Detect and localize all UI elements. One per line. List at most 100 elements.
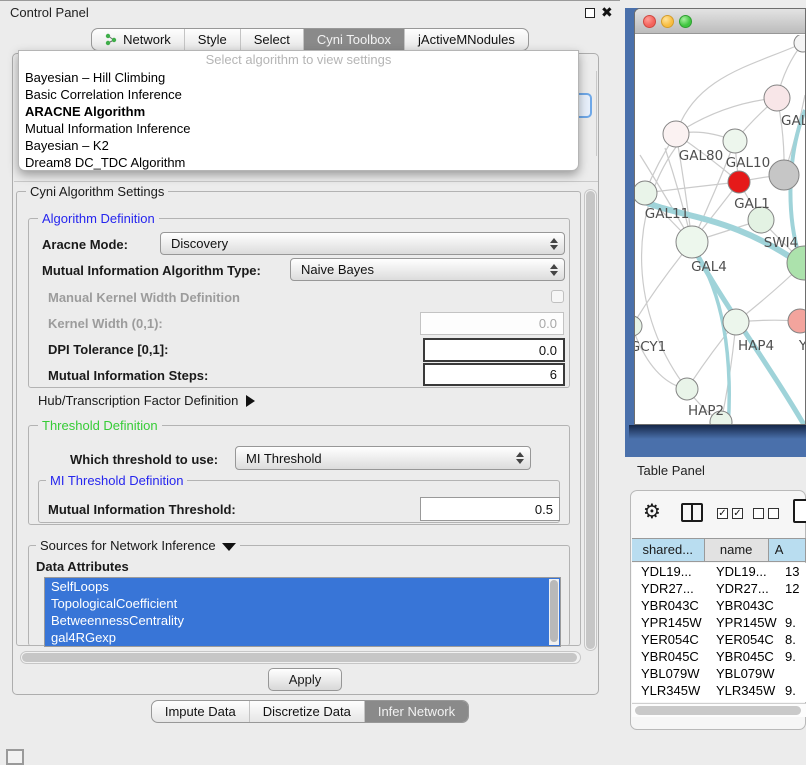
tab-select-label: Select xyxy=(254,32,290,47)
table-row[interactable]: YBR045C YBR045C 9. xyxy=(632,648,806,665)
mi-threshold-definition-title: MI Threshold Definition xyxy=(46,473,187,488)
table-row[interactable]: YIL052C YIL052C 9. xyxy=(632,699,806,702)
tab-impute-data[interactable]: Impute Data xyxy=(152,701,249,722)
unchecked-box-icon[interactable] xyxy=(768,508,779,519)
float-panel-icon[interactable] xyxy=(585,8,595,18)
tab-network[interactable]: Network xyxy=(92,29,184,50)
which-threshold-select[interactable]: MI Threshold xyxy=(235,446,531,470)
checked-box-icon[interactable]: ✓ xyxy=(732,508,743,519)
node-gal80[interactable] xyxy=(663,121,689,147)
node-gal11[interactable] xyxy=(635,181,657,205)
cell: YBR043C xyxy=(632,597,711,614)
table-row[interactable]: YDR27... YDR27... 12 xyxy=(632,580,806,597)
bottom-tab-group: Impute Data Discretize Data Infer Networ… xyxy=(151,700,469,723)
tab-style[interactable]: Style xyxy=(184,29,240,50)
table-body: YDL19... YDL19... 13 YDR27... YDR27... 1… xyxy=(632,563,806,702)
node-label: GAL80 xyxy=(679,148,723,164)
threshold-definition-title: Threshold Definition xyxy=(38,418,162,433)
zoom-window-button[interactable] xyxy=(679,15,692,28)
list-item[interactable]: SelfLoops xyxy=(45,578,560,595)
cell: 8. xyxy=(781,631,806,648)
tab-jactivemnodules[interactable]: jActiveMNodules xyxy=(404,29,528,50)
algorithm-definition-title: Algorithm Definition xyxy=(38,211,159,226)
settings-vertical-scrollbar[interactable] xyxy=(584,189,597,651)
network-view-window: GAL GAL80 GAL10 GAL1 GAL11 SWI4 GAL4 GCY… xyxy=(634,8,806,425)
split-columns-icon[interactable] xyxy=(681,503,703,522)
network-canvas[interactable]: GAL GAL80 GAL10 GAL1 GAL11 SWI4 GAL4 GCY… xyxy=(635,35,805,425)
cell: 12 xyxy=(781,580,806,597)
node[interactable] xyxy=(764,85,790,111)
column-header-name[interactable]: name xyxy=(705,539,769,561)
network-window-titlebar[interactable] xyxy=(635,9,805,34)
tab-style-label: Style xyxy=(198,32,227,47)
cell: YBR045C xyxy=(711,648,781,665)
cell: YDR27... xyxy=(632,580,711,597)
dropdown-item[interactable]: Mutual Information Inference xyxy=(19,120,578,137)
close-panel-icon[interactable]: ✖ xyxy=(601,4,613,21)
document-icon[interactable] xyxy=(793,499,806,523)
node-hap2[interactable] xyxy=(676,378,698,400)
node[interactable] xyxy=(769,160,799,190)
mi-steps-input[interactable] xyxy=(423,363,565,386)
dropdown-item[interactable]: Bayesian – K2 xyxy=(19,137,578,154)
table-panel: ⚙ ✓ ✓ shared... name A YDL19... YDL19...… xyxy=(630,490,806,730)
manual-kernel-width-checkbox[interactable] xyxy=(551,290,564,303)
hub-definition-expander[interactable]: Hub/Transcription Factor Definition xyxy=(38,393,255,408)
tab-select[interactable]: Select xyxy=(240,29,303,50)
tab-infer-network[interactable]: Infer Network xyxy=(364,701,468,722)
table-row[interactable]: YLR345W YLR345W 9. xyxy=(632,682,806,699)
which-threshold-label: Which threshold to use: xyxy=(70,452,218,467)
node-gal4[interactable] xyxy=(676,226,708,258)
node-gcy1[interactable] xyxy=(635,316,642,336)
table-row[interactable]: YDL19... YDL19... 13 xyxy=(632,563,806,580)
tab-infer-network-label: Infer Network xyxy=(378,704,455,719)
checked-box-icon[interactable]: ✓ xyxy=(717,508,728,519)
kernel-width-input[interactable] xyxy=(420,312,564,335)
node-swi4[interactable] xyxy=(787,246,805,280)
list-item[interactable]: TopologicalCoefficient xyxy=(45,595,560,612)
node[interactable] xyxy=(788,309,805,333)
tab-cyni-toolbox[interactable]: Cyni Toolbox xyxy=(303,29,404,50)
collapse-arrow-icon xyxy=(222,543,236,551)
column-header-partial[interactable]: A xyxy=(769,539,806,561)
dropdown-item-selected[interactable]: ARACNE Algorithm xyxy=(19,103,578,120)
tab-impute-data-label: Impute Data xyxy=(165,704,236,719)
node-gal1[interactable] xyxy=(728,171,750,193)
settings-horizontal-scrollbar[interactable] xyxy=(20,651,581,664)
table-horizontal-scrollbar[interactable] xyxy=(632,703,806,717)
list-item[interactable]: gal4RGexp xyxy=(45,629,560,646)
dpi-tolerance-input[interactable] xyxy=(423,338,565,362)
mi-steps-label: Mutual Information Steps: xyxy=(48,368,208,383)
sources-title: Sources for Network Inference xyxy=(40,538,216,553)
cell: YDL19... xyxy=(711,563,781,580)
table-row[interactable]: YPR145W YPR145W 9. xyxy=(632,614,806,631)
mi-algorithm-type-label: Mutual Information Algorithm Type: xyxy=(42,263,261,278)
top-tab-group: Network Style Select Cyni Toolbox jActiv… xyxy=(91,28,529,51)
node-hap4[interactable] xyxy=(723,309,749,335)
table-row[interactable]: YBR043C YBR043C xyxy=(632,597,806,614)
dropdown-item[interactable]: Dream8 DC_TDC Algorithm xyxy=(19,154,578,171)
cell: 9. xyxy=(781,648,806,665)
data-attributes-label: Data Attributes xyxy=(36,559,129,574)
table-row[interactable]: YBL079W YBL079W xyxy=(632,665,806,682)
column-header-shared-name[interactable]: shared... xyxy=(632,539,705,561)
sources-expander[interactable]: Sources for Network Inference xyxy=(36,538,240,553)
gear-icon[interactable]: ⚙ xyxy=(643,499,661,523)
unchecked-box-icon[interactable] xyxy=(753,508,764,519)
list-scrollbar[interactable] xyxy=(549,579,559,645)
node-gal10[interactable] xyxy=(723,129,747,153)
cell: YLR345W xyxy=(632,682,711,699)
dropdown-item[interactable]: Basic Correlation Inference xyxy=(19,86,578,103)
apply-button[interactable]: Apply xyxy=(268,668,342,691)
tab-discretize-data[interactable]: Discretize Data xyxy=(249,701,364,722)
mi-threshold-input[interactable] xyxy=(420,497,560,521)
close-window-button[interactable] xyxy=(643,15,656,28)
minimize-window-button[interactable] xyxy=(661,15,674,28)
node[interactable] xyxy=(794,35,805,52)
minimized-panel-icon[interactable] xyxy=(6,749,24,765)
mi-algorithm-type-select[interactable]: Naive Bayes xyxy=(290,258,565,281)
aracne-mode-select[interactable]: Discovery xyxy=(160,232,565,255)
table-row[interactable]: YER054C YER054C 8. xyxy=(632,631,806,648)
list-item[interactable]: BetweennessCentrality xyxy=(45,612,560,629)
dropdown-item[interactable]: Bayesian – Hill Climbing xyxy=(19,69,578,86)
